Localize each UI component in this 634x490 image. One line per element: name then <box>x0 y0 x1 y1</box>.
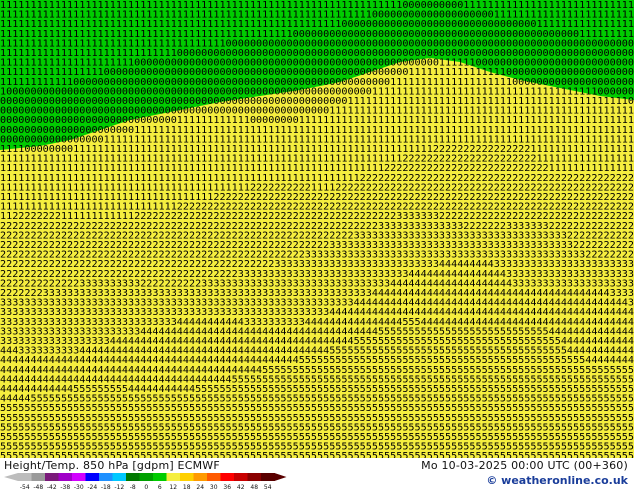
scale-color-swatch <box>166 473 181 481</box>
scale-tick-label: 6 <box>158 484 162 490</box>
scale-color-swatch <box>85 473 100 481</box>
scale-tick-label: 0 <box>144 484 148 490</box>
scale-tick-label: -38 <box>60 484 70 490</box>
scale-tick-label: -8 <box>130 484 136 490</box>
forecast-datetime: Mo 10-03-2025 00:00 UTC (00+360) <box>421 459 628 472</box>
scale-tick-label: 24 <box>196 484 204 490</box>
color-scale-legend: -54 -48 -42 -38 -30 -24 -18 -12 -8 0 6 12 18 24 30 36 42… <box>4 473 287 490</box>
scale-tick-label: -24 <box>87 484 97 490</box>
scale-tick-label: 18 <box>183 484 191 490</box>
scale-tick-label: -48 <box>33 484 43 490</box>
scale-tick-label: 30 <box>210 484 218 490</box>
scale-color-swatch <box>18 473 32 481</box>
map-title: Height/Temp. 850 hPa [gdpm] ECMWF <box>4 459 220 472</box>
scale-color-swatch <box>99 473 113 481</box>
scale-left-arrow <box>4 473 18 481</box>
scale-color-swatch <box>261 473 275 481</box>
scale-tick-label: -54 <box>20 484 30 490</box>
scale-color-swatch <box>139 473 154 481</box>
scale-tick-label: -12 <box>114 484 124 490</box>
scale-tick-label: 48 <box>250 484 258 490</box>
scale-color-swatch <box>207 473 221 481</box>
scale-tick-label: -42 <box>47 484 57 490</box>
map-panel: 1111111111111111111111111111111111111111… <box>0 0 634 458</box>
scale-color-swatch <box>112 473 127 481</box>
scale-color-swatch <box>180 473 194 481</box>
digit-row: 5555555555555555555555555555555555555555… <box>0 451 634 458</box>
scale-right-arrow <box>274 473 287 481</box>
map-footer: Height/Temp. 850 hPa [gdpm] ECMWF Mo 10-… <box>0 458 634 490</box>
scale-tick-label: 36 <box>223 484 231 490</box>
scale-color-swatch <box>153 473 167 481</box>
scale-color-swatch <box>234 473 248 481</box>
scale-color-swatch <box>45 473 59 481</box>
scale-color-swatch <box>247 473 262 481</box>
temperature-map: 1111111111111111111111111111111111111111… <box>0 0 634 458</box>
scale-color-swatch <box>220 473 235 481</box>
scale-color-swatch <box>31 473 46 481</box>
scale-color-swatch <box>193 473 208 481</box>
site-credit[interactable]: © weatheronline.co.uk <box>486 474 628 487</box>
scale-tick-label: 42 <box>237 484 245 490</box>
temperature-digits: 1111111111111111111111111111111111111111… <box>0 0 634 458</box>
scale-tick-label: -30 <box>74 484 84 490</box>
scale-color-swatch <box>72 473 86 481</box>
scale-color-swatch <box>126 473 140 481</box>
scale-tick-label: -18 <box>101 484 111 490</box>
scale-color-swatch <box>58 473 73 481</box>
scale-tick-label: 54 <box>264 484 272 490</box>
scale-tick-label: 12 <box>169 484 177 490</box>
